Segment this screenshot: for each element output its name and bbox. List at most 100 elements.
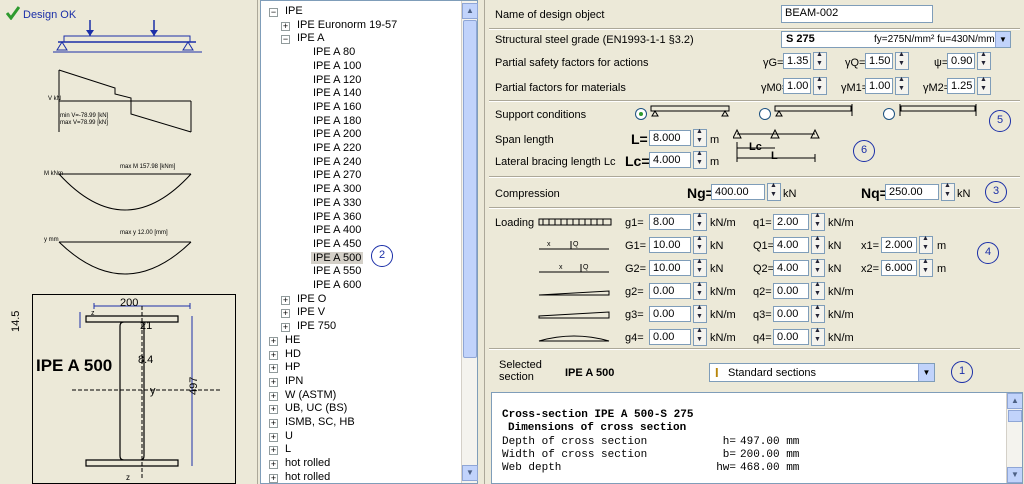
- section-type-select[interactable]: I Standard sections ▼: [709, 363, 935, 382]
- tree-item[interactable]: L: [283, 443, 293, 455]
- tree-item[interactable]: W (ASTM): [283, 389, 338, 401]
- collapse-icon[interactable]: −: [281, 35, 290, 45]
- tree-item[interactable]: IPE A 270: [311, 169, 363, 181]
- expand-icon[interactable]: +: [269, 405, 278, 415]
- gamma-m1-input[interactable]: 1.00: [865, 78, 893, 94]
- tree-item[interactable]: HD: [283, 348, 303, 360]
- gamma-m2-spinner[interactable]: [977, 76, 991, 95]
- tree-item[interactable]: IPE A 200: [311, 128, 363, 140]
- tree-item[interactable]: hot rolled: [283, 471, 332, 483]
- expand-icon[interactable]: +: [269, 364, 278, 374]
- expand-icon[interactable]: +: [269, 446, 278, 456]
- support-radio-fixed-pinned[interactable]: [759, 108, 771, 120]
- g1-input[interactable]: 8.00: [649, 214, 691, 230]
- g1-spinner[interactable]: [693, 212, 707, 231]
- nq-input[interactable]: 250.00: [885, 184, 939, 200]
- report-box[interactable]: Cross-section IPE A 500-S 275 Dimensions…: [491, 392, 1023, 484]
- support-radio-fixed-fixed[interactable]: [883, 108, 895, 120]
- tree-item[interactable]: IPE A 600: [311, 279, 363, 291]
- Q2-input[interactable]: 4.00: [773, 260, 809, 276]
- nq-spinner[interactable]: [941, 182, 955, 201]
- span-spinner[interactable]: [693, 128, 707, 147]
- tree-item[interactable]: IPE A 120: [311, 74, 363, 86]
- ng-input[interactable]: 400.00: [711, 184, 765, 200]
- psi-input[interactable]: 0.90: [947, 53, 975, 69]
- tree-item[interactable]: hot rolled: [283, 457, 332, 469]
- tree-item[interactable]: IPE A 180: [311, 115, 363, 127]
- ng-spinner[interactable]: [767, 182, 781, 201]
- tree-item[interactable]: IPE O: [295, 293, 328, 305]
- q2-input[interactable]: 0.00: [773, 283, 809, 299]
- grade-select[interactable]: S 275 fy=275N/mm² fu=430N/mm² ▼: [781, 31, 1011, 48]
- tree-item[interactable]: HE: [283, 334, 302, 346]
- Q1-spinner[interactable]: [811, 235, 825, 254]
- gamma-m2-input[interactable]: 1.25: [947, 78, 975, 94]
- G2-input[interactable]: 10.00: [649, 260, 691, 276]
- x2-input[interactable]: 6.000: [881, 260, 917, 276]
- tree-item[interactable]: IPE A 220: [311, 142, 363, 154]
- tree-item[interactable]: IPE V: [295, 306, 327, 318]
- chevron-down-icon[interactable]: ▼: [918, 364, 934, 381]
- expand-icon[interactable]: +: [269, 460, 278, 470]
- tree-scrollbar[interactable]: ▲ ▼: [461, 1, 478, 483]
- report-scrollbar[interactable]: ▲ ▼: [1006, 393, 1022, 483]
- x1-spinner[interactable]: [919, 235, 933, 254]
- q1-input[interactable]: 2.00: [773, 214, 809, 230]
- tree-item[interactable]: IPE A 300: [311, 183, 363, 195]
- G2-spinner[interactable]: [693, 258, 707, 277]
- collapse-icon[interactable]: −: [269, 8, 278, 17]
- gamma-m0-spinner[interactable]: [813, 76, 827, 95]
- expand-icon[interactable]: +: [269, 419, 278, 428]
- gamma-g-input[interactable]: 1.35: [783, 53, 811, 69]
- g4-input[interactable]: 0.00: [649, 329, 691, 345]
- gamma-m0-input[interactable]: 1.00: [783, 78, 811, 94]
- tree-item[interactable]: IPE A 400: [311, 224, 363, 236]
- name-input[interactable]: BEAM-002: [781, 5, 933, 23]
- x2-spinner[interactable]: [919, 258, 933, 277]
- gamma-g-spinner[interactable]: [813, 51, 827, 70]
- report-scroll-down[interactable]: ▼: [1007, 467, 1022, 483]
- tree-item[interactable]: UB, UC (BS): [283, 402, 349, 414]
- tree-item[interactable]: IPE A 140: [311, 87, 363, 99]
- lat-input[interactable]: 4.000: [649, 152, 691, 168]
- tree-item[interactable]: IPE A 500: [311, 251, 364, 264]
- scroll-down-button[interactable]: ▼: [462, 465, 478, 481]
- tree-item[interactable]: IPE A: [295, 32, 327, 44]
- expand-icon[interactable]: +: [269, 377, 278, 387]
- expand-icon[interactable]: +: [269, 350, 278, 360]
- lat-spinner[interactable]: [693, 150, 707, 169]
- tree-item[interactable]: IPE A 240: [311, 156, 363, 168]
- gamma-m1-spinner[interactable]: [895, 76, 909, 95]
- tree-item[interactable]: IPE A 100: [311, 60, 363, 72]
- expand-icon[interactable]: +: [269, 391, 278, 401]
- tree-item[interactable]: IPE Euronorm 19-57: [295, 19, 399, 31]
- tree-item[interactable]: IPE A 80: [311, 46, 357, 58]
- expand-icon[interactable]: +: [281, 295, 290, 305]
- G1-input[interactable]: 10.00: [649, 237, 691, 253]
- expand-icon[interactable]: +: [269, 336, 278, 346]
- tree-item[interactable]: IPE A 360: [311, 211, 363, 223]
- q1-spinner[interactable]: [811, 212, 825, 231]
- q4-spinner[interactable]: [811, 327, 825, 346]
- gamma-q-input[interactable]: 1.50: [865, 53, 893, 69]
- expand-icon[interactable]: +: [281, 323, 290, 333]
- Q2-spinner[interactable]: [811, 258, 825, 277]
- g3-input[interactable]: 0.00: [649, 306, 691, 322]
- tree-item[interactable]: IPE A 330: [311, 197, 363, 209]
- g2-spinner[interactable]: [693, 281, 707, 300]
- tree-item[interactable]: IPE A 550: [311, 265, 363, 277]
- report-scroll-thumb[interactable]: [1008, 410, 1022, 422]
- expand-icon[interactable]: +: [281, 309, 290, 319]
- tree-item[interactable]: IPE A 160: [311, 101, 363, 113]
- tree-item[interactable]: HP: [283, 361, 302, 373]
- tree-item[interactable]: IPN: [283, 375, 305, 387]
- g4-spinner[interactable]: [693, 327, 707, 346]
- tree-item[interactable]: IPE A 450: [311, 238, 363, 250]
- gamma-q-spinner[interactable]: [895, 51, 909, 70]
- tree-item[interactable]: IPE: [283, 5, 305, 17]
- scroll-thumb[interactable]: [463, 20, 477, 358]
- support-radio-simple[interactable]: [635, 108, 647, 120]
- q4-input[interactable]: 0.00: [773, 329, 809, 345]
- g3-spinner[interactable]: [693, 304, 707, 323]
- Q1-input[interactable]: 4.00: [773, 237, 809, 253]
